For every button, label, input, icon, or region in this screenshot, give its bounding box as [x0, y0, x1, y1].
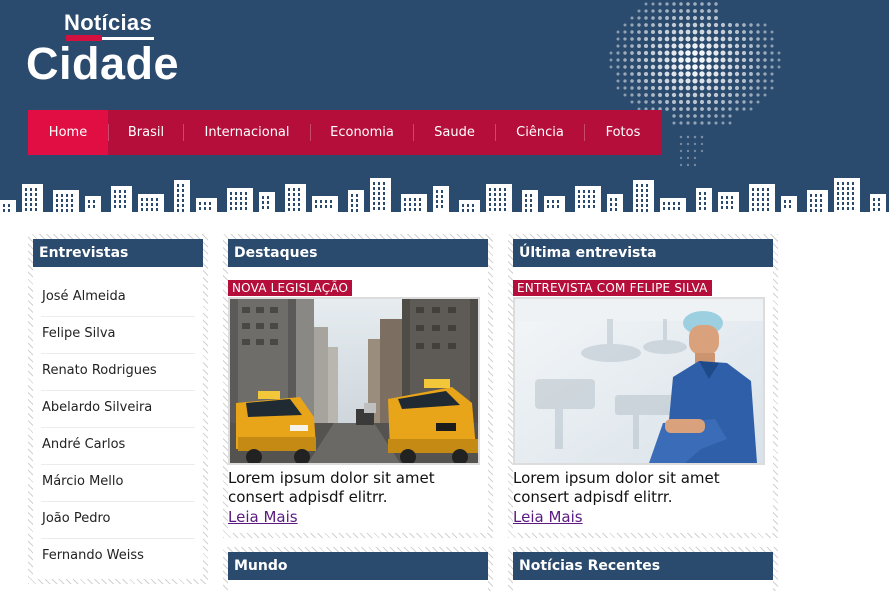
logo-noticias[interactable]: Notícias [64, 10, 152, 36]
destaques-title: Destaques [228, 239, 488, 267]
entrevistas-title: Entrevistas [33, 239, 203, 267]
nav-internacional[interactable]: Internacional [184, 110, 310, 155]
list-item[interactable]: Renato Rodrigues [41, 354, 195, 391]
entrevistas-panel: Entrevistas José Almeida Felipe Silva Re… [28, 234, 208, 584]
nav-economia[interactable]: Economia [311, 110, 413, 155]
ultima-entrevista-read-more-link[interactable]: Leia Mais [513, 508, 583, 527]
ultima-entrevista-title: Última entrevista [513, 239, 773, 267]
destaques-text: Lorem ipsum dolor sit amet consert adpis… [228, 469, 435, 506]
nav-ciencia[interactable]: Ciência [496, 110, 584, 155]
doctor-photo[interactable] [513, 297, 765, 465]
destaques-read-more-link[interactable]: Leia Mais [228, 508, 298, 527]
nav-saude[interactable]: Saude [414, 110, 495, 155]
ultima-entrevista-text: Lorem ipsum dolor sit amet consert adpis… [513, 469, 720, 506]
list-item[interactable]: Fernando Weiss [41, 539, 195, 576]
ultima-entrevista-tag[interactable]: ENTREVISTA COM FELIPE SILVA [513, 280, 712, 296]
mundo-panel: Mundo [223, 547, 493, 591]
noticias-recentes-title: Notícias Recentes [513, 552, 773, 580]
list-item[interactable]: João Pedro [41, 502, 195, 539]
entrevistas-list: José Almeida Felipe Silva Renato Rodrigu… [33, 267, 203, 576]
mundo-title: Mundo [228, 552, 488, 580]
logo-cidade[interactable]: Cidade [26, 38, 179, 90]
site-header: Notícias Cidade Home Brasil Internaciona… [0, 0, 889, 218]
list-item[interactable]: Felipe Silva [41, 317, 195, 354]
city-taxis-photo[interactable] [228, 297, 480, 465]
ultima-entrevista-panel: Última entrevista ENTREVISTA COM FELIPE … [508, 234, 778, 538]
list-item[interactable]: Márcio Mello [41, 465, 195, 502]
list-item[interactable]: André Carlos [41, 428, 195, 465]
noticias-recentes-panel: Notícias Recentes [508, 547, 778, 591]
list-item[interactable]: Abelardo Silveira [41, 391, 195, 428]
main-nav: Home Brasil Internacional Economia Saude… [28, 110, 662, 155]
list-item[interactable]: José Almeida [41, 280, 195, 317]
city-skyline-graphic [0, 178, 889, 218]
destaques-tag[interactable]: NOVA LEGISLAÇÃO [228, 280, 353, 296]
destaques-panel: Destaques NOVA LEGISLAÇÃO Lorem ipsum do… [223, 234, 493, 538]
nav-fotos[interactable]: Fotos [585, 110, 661, 155]
nav-home[interactable]: Home [28, 110, 108, 155]
nav-brasil[interactable]: Brasil [109, 110, 183, 155]
